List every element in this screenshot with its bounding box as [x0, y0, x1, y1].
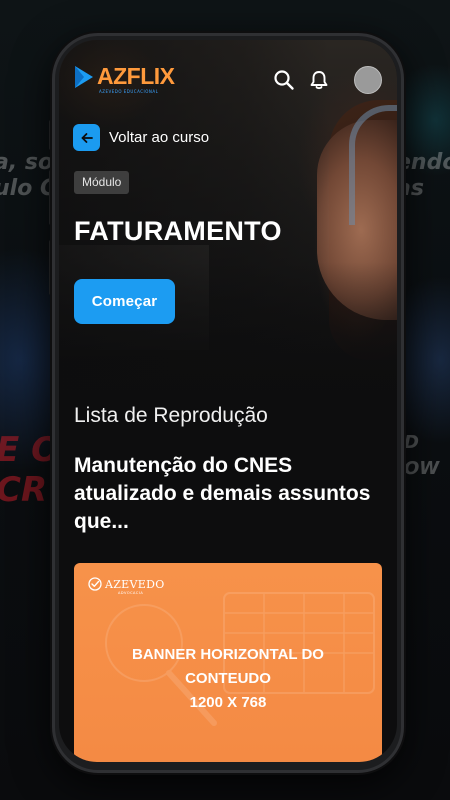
arrow-left-icon	[81, 132, 93, 143]
lesson-banner[interactable]: AZEVEDO ADVOCACIA BANNER HORIZONTAL DO C…	[74, 563, 382, 762]
banner-placeholder-text: BANNER HORIZONTAL DO CONTEUDO 1200 X 768	[74, 643, 382, 715]
banner-line-3: 1200 X 768	[189, 694, 267, 711]
brand-logo[interactable]: AZFLIX AZEVEDO EDUCACIONAL	[73, 64, 175, 94]
module-title: FATURAMENTO	[74, 216, 282, 246]
background-blur-text: D OW	[404, 432, 440, 479]
phone-screen: AZFLIX AZEVEDO EDUCACIONAL Voltar ao cur…	[59, 40, 397, 762]
banner-logo: AZEVEDO ADVOCACIA	[88, 577, 165, 595]
check-circle-icon	[88, 577, 102, 591]
bell-icon[interactable]	[308, 69, 330, 91]
back-label: Voltar ao curso	[109, 129, 210, 146]
search-icon[interactable]	[273, 69, 295, 91]
lesson-title[interactable]: Manutenção do CNES atualizado e demais a…	[74, 452, 374, 536]
brand-name: AZFLIX	[97, 63, 175, 89]
banner-logo-text: AZEVEDO	[105, 577, 165, 591]
user-avatar[interactable]	[354, 66, 382, 94]
brand-tagline: AZEVEDO EDUCACIONAL	[99, 89, 159, 94]
banner-line-2: CONTEUDO	[185, 670, 271, 687]
start-button[interactable]: Começar	[74, 279, 175, 324]
play-logo-icon	[75, 66, 93, 88]
back-to-course-link[interactable]: Voltar ao curso	[73, 124, 209, 151]
background-blur-text: endoas	[396, 150, 450, 201]
back-button[interactable]	[73, 124, 100, 151]
app-header: AZFLIX AZEVEDO EDUCACIONAL	[59, 40, 397, 120]
playlist-heading: Lista de Reprodução	[74, 404, 268, 427]
banner-line-1: BANNER HORIZONTAL DO	[132, 646, 324, 663]
banner-logo-sub: ADVOCACIA	[118, 591, 144, 595]
module-badge: Módulo	[74, 171, 130, 194]
